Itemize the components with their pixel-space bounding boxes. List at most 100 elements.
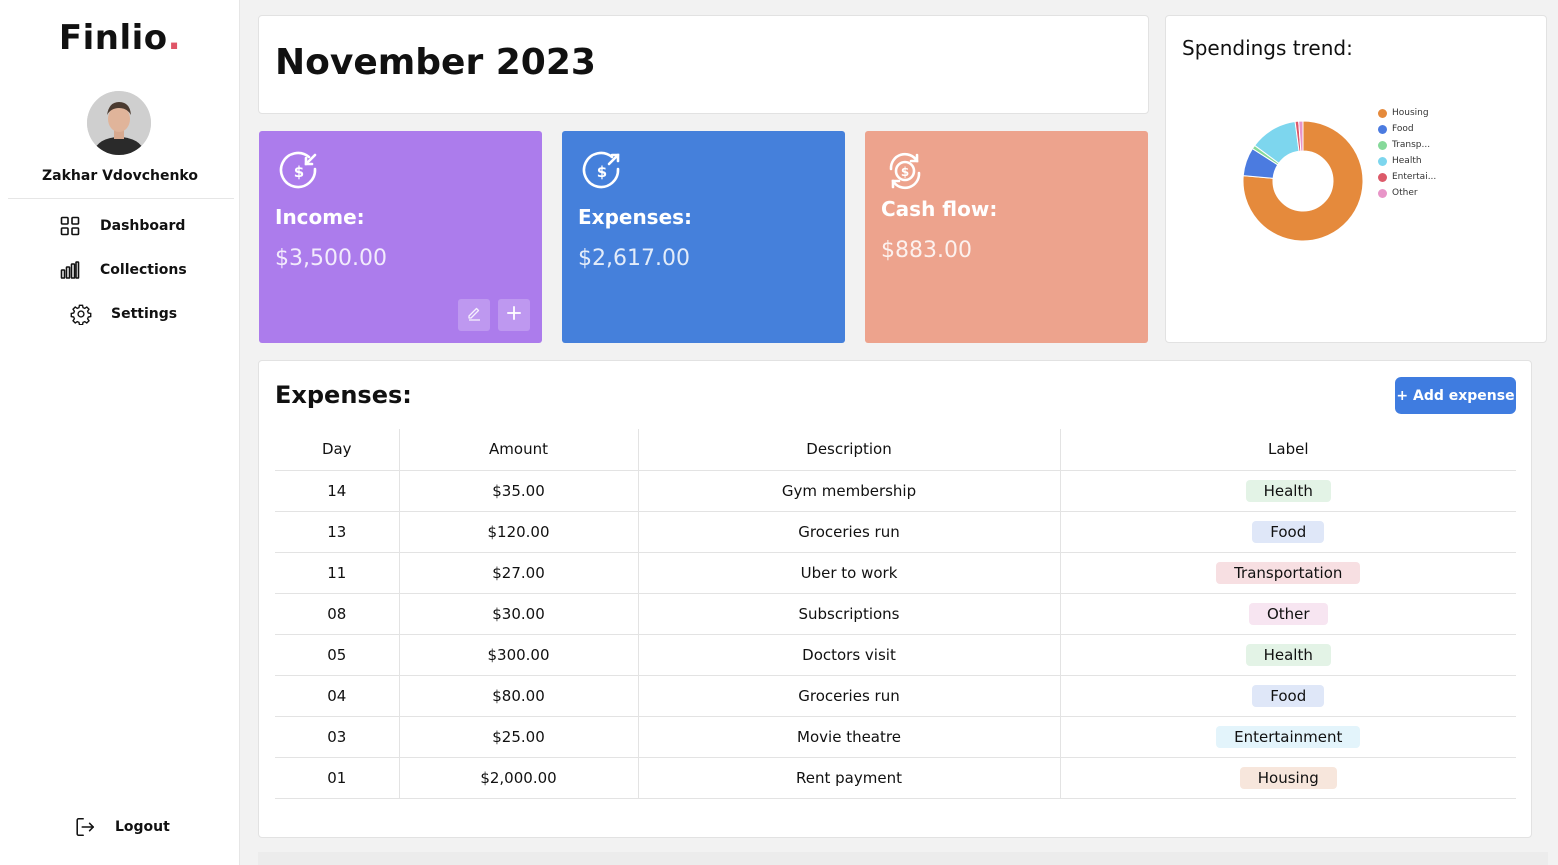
table-row[interactable]: 08 $30.00 Subscriptions Other <box>275 593 1516 635</box>
column-header-amount[interactable]: Amount <box>398 429 638 471</box>
table-header-row: Day Amount Description Label <box>275 429 1516 471</box>
legend-item[interactable]: Transp... <box>1378 137 1436 153</box>
column-header-description[interactable]: Description <box>637 429 1060 471</box>
add-income-button[interactable] <box>498 299 530 331</box>
cell-day: 08 <box>275 593 399 635</box>
cell-description: Movie theatre <box>637 716 1060 758</box>
sidebar-item-dashboard[interactable]: Dashboard <box>56 212 185 240</box>
bar-chart-icon <box>56 256 84 284</box>
cell-description: Gym membership <box>637 470 1060 512</box>
cell-amount: $30.00 <box>398 593 638 635</box>
legend-swatch <box>1378 140 1387 150</box>
logout-button[interactable]: Logout <box>71 813 170 841</box>
cell-day: 11 <box>275 552 399 594</box>
table-row[interactable]: 14 $35.00 Gym membership Health <box>275 470 1516 512</box>
table-row[interactable]: 03 $25.00 Movie theatre Entertainment <box>275 716 1516 758</box>
cell-amount: $80.00 <box>398 675 638 717</box>
label-badge[interactable]: Transportation <box>1216 561 1361 584</box>
table-row[interactable]: 04 $80.00 Groceries run Food <box>275 675 1516 717</box>
cell-description: Groceries run <box>637 511 1060 553</box>
legend-item[interactable]: Food <box>1378 121 1436 137</box>
cell-description: Doctors visit <box>637 634 1060 676</box>
cell-day: 01 <box>275 757 399 799</box>
cell-amount: $120.00 <box>398 511 638 553</box>
logout-icon <box>71 813 99 841</box>
expenses-table-card: Expenses: + Add expense Day Amount Descr… <box>258 360 1532 838</box>
add-expense-button[interactable]: + Add expense <box>1395 377 1516 414</box>
legend-item[interactable]: Other <box>1378 185 1436 201</box>
column-header-label[interactable]: Label <box>1059 429 1516 471</box>
label-badge[interactable]: Food <box>1252 684 1325 707</box>
cell-label: Other <box>1059 593 1516 635</box>
cashflow-value: $883.00 <box>881 238 972 263</box>
chart-legend: Housing Food Transp... Health Entertai... Oth… <box>1378 105 1436 201</box>
app-logo[interactable]: Finlio. <box>0 18 240 58</box>
sidebar-item-label: Dashboard <box>100 218 186 234</box>
svg-text:$: $ <box>901 165 909 179</box>
trend-title: Spendings trend: <box>1182 36 1353 60</box>
grid-icon <box>56 212 84 240</box>
label-badge[interactable]: Other <box>1248 602 1328 625</box>
table-row[interactable]: 13 $120.00 Groceries run Food <box>275 511 1516 553</box>
expenses-card: $ Expenses: $2,617.00 <box>562 131 845 343</box>
legend-swatch <box>1378 108 1387 118</box>
legend-swatch <box>1378 156 1387 166</box>
label-badge[interactable]: Health <box>1245 479 1331 502</box>
cashflow-label: Cash flow: <box>881 197 998 221</box>
label-badge[interactable]: Entertainment <box>1216 725 1361 748</box>
sidebar-item-settings[interactable]: Settings <box>67 300 177 328</box>
legend-label: Entertai... <box>1392 172 1437 182</box>
svg-text:$: $ <box>294 163 304 181</box>
page-title: November 2023 <box>275 42 596 83</box>
income-label: Income: <box>275 205 365 229</box>
table-row[interactable]: 05 $300.00 Doctors visit Health <box>275 634 1516 676</box>
cell-label: Food <box>1059 511 1516 553</box>
legend-swatch <box>1378 124 1387 134</box>
legend-label: Food <box>1392 124 1414 134</box>
cell-description: Rent payment <box>637 757 1060 799</box>
sidebar-item-label: Settings <box>111 306 178 322</box>
dollar-cycle-icon: $ <box>883 149 927 193</box>
column-header-day[interactable]: Day <box>275 429 399 471</box>
cell-label: Entertainment <box>1059 716 1516 758</box>
legend-swatch <box>1378 172 1387 182</box>
cell-label: Health <box>1059 634 1516 676</box>
label-badge[interactable]: Food <box>1252 520 1325 543</box>
bottom-scroll-area <box>258 852 1548 865</box>
legend-swatch <box>1378 188 1387 198</box>
legend-item[interactable]: Entertai... <box>1378 169 1436 185</box>
edit-income-button[interactable] <box>458 299 490 331</box>
table-row[interactable]: 01 $2,000.00 Rent payment Housing <box>275 757 1516 799</box>
sidebar-divider <box>8 198 234 199</box>
cell-day: 04 <box>275 675 399 717</box>
plus-icon <box>506 305 522 325</box>
cell-amount: $27.00 <box>398 552 638 594</box>
username: Zakhar Vdovchenko <box>42 168 198 184</box>
table-row[interactable]: 11 $27.00 Uber to work Transportation <box>275 552 1516 594</box>
expenses-label: Expenses: <box>578 205 693 229</box>
dollar-out-icon: $ <box>580 149 624 193</box>
label-badge[interactable]: Health <box>1245 643 1331 666</box>
sidebar-item-collections[interactable]: Collections <box>56 256 187 284</box>
sidebar: Finlio. Zakhar Vdovchenko Dashboard Coll <box>0 0 240 865</box>
cell-description: Uber to work <box>637 552 1060 594</box>
sidebar-item-label: Collections <box>100 262 187 278</box>
donut-chart <box>1242 120 1364 242</box>
income-value: $3,500.00 <box>275 246 387 271</box>
label-badge[interactable]: Housing <box>1239 766 1337 789</box>
dollar-in-icon: $ <box>277 149 321 193</box>
cell-day: 03 <box>275 716 399 758</box>
cell-amount: $300.00 <box>398 634 638 676</box>
pencil-icon <box>466 305 482 325</box>
month-header: November 2023 <box>258 15 1149 114</box>
legend-label: Housing <box>1392 108 1429 118</box>
income-card: $ Income: $3,500.00 <box>259 131 542 343</box>
cell-label: Housing <box>1059 757 1516 799</box>
cell-description: Subscriptions <box>637 593 1060 635</box>
cell-day: 13 <box>275 511 399 553</box>
legend-item[interactable]: Housing <box>1378 105 1436 121</box>
legend-item[interactable]: Health <box>1378 153 1436 169</box>
legend-label: Health <box>1392 156 1422 166</box>
avatar[interactable] <box>87 91 151 155</box>
cell-amount: $35.00 <box>398 470 638 512</box>
